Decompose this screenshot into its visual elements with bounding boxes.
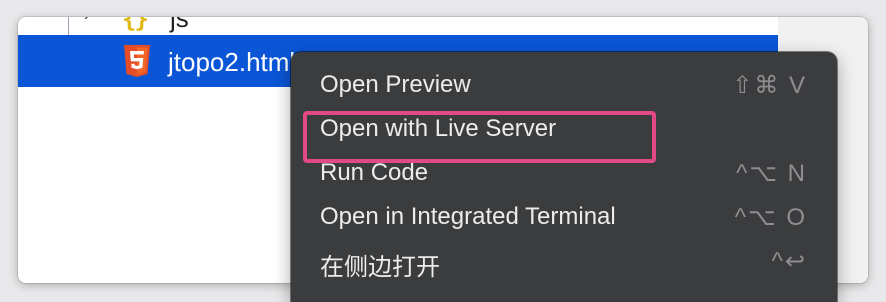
menu-item-shortcut: ^⌥ O — [734, 204, 807, 231]
menu-item-shortcut: ⇧⌘ V — [732, 72, 807, 99]
menu-item-label: 在侧边打开 — [320, 253, 440, 281]
file-name-label: jtopo2.html — [168, 47, 296, 77]
menu-item-shortcut: ^↩ — [771, 248, 807, 275]
menu-item-open-in-integrated-terminal[interactable]: Open in Integrated Terminal ^⌥ O — [291, 195, 837, 239]
menu-item-shortcut: ^⌥ N — [736, 160, 807, 187]
chevron-right-icon[interactable]: › — [84, 17, 89, 25]
js-folder-icon: {} — [122, 17, 149, 33]
context-menu: Open Preview ⇧⌘ V Open with Live Server … — [291, 52, 837, 302]
menu-item-label: Run Code — [320, 159, 429, 186]
menu-item-open-to-side[interactable]: 在侧边打开 ^↩ — [291, 239, 837, 283]
annotation-highlight-box — [303, 111, 656, 163]
menu-item-label: Open Preview — [320, 71, 471, 98]
html5-icon — [124, 45, 150, 77]
tree-row-label: js — [170, 17, 189, 33]
menu-item-label: Open in Integrated Terminal — [320, 203, 616, 230]
menu-item-open-preview[interactable]: Open Preview ⇧⌘ V — [291, 63, 837, 107]
tree-row-js-folder[interactable]: › {} js — [18, 17, 778, 35]
